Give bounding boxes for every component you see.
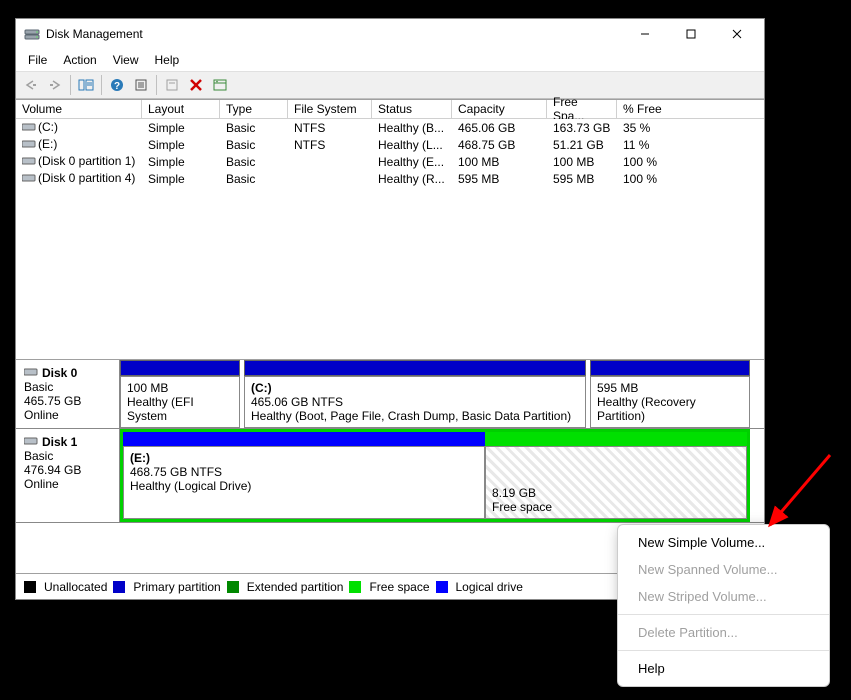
partition[interactable]: 595 MB Healthy (Recovery Partition) — [590, 376, 750, 428]
col-volume[interactable]: Volume — [16, 100, 142, 119]
disk-management-window: Disk Management File Action View Help ? … — [15, 18, 765, 600]
partition-free-space[interactable]: 8.19 GB Free space — [485, 446, 747, 519]
menu-help[interactable]: Help — [618, 655, 829, 682]
maximize-button[interactable] — [668, 19, 714, 49]
volume-icon — [22, 172, 36, 186]
disk-icon — [24, 435, 38, 449]
table-row[interactable]: (Disk 0 partition 1) Simple Basic Health… — [16, 153, 764, 170]
menu-new-striped-volume: New Striped Volume... — [618, 583, 829, 610]
menu-action[interactable]: Action — [55, 51, 104, 69]
volume-icon — [22, 138, 36, 152]
legend-extended: Extended partition — [247, 580, 344, 594]
help-button[interactable]: ? — [106, 74, 128, 96]
close-button[interactable] — [714, 19, 760, 49]
disk-label[interactable]: Disk 1 Basic 476.94 GB Online — [16, 429, 120, 522]
menu-new-spanned-volume: New Spanned Volume... — [618, 556, 829, 583]
partition[interactable]: 100 MB Healthy (EFI System — [120, 376, 240, 428]
volume-list: (C:) Simple Basic NTFS Healthy (B... 465… — [16, 119, 764, 359]
table-row[interactable]: (Disk 0 partition 4) Simple Basic Health… — [16, 170, 764, 187]
volume-list-header: Volume Layout Type File System Status Ca… — [16, 99, 764, 119]
disk-row: Disk 0 Basic 465.75 GB Online 100 MB — [16, 360, 764, 429]
toolbar: ? — [16, 71, 764, 99]
back-button[interactable] — [20, 74, 42, 96]
legend-logical: Logical drive — [456, 580, 523, 594]
app-icon — [24, 26, 40, 42]
disk-row: Disk 1 Basic 476.94 GB Online (E:) 468.7… — [16, 429, 764, 523]
col-filesystem[interactable]: File System — [288, 100, 372, 119]
window-title: Disk Management — [46, 27, 622, 41]
col-type[interactable]: Type — [220, 100, 288, 119]
volume-icon — [22, 155, 36, 169]
col-layout[interactable]: Layout — [142, 100, 220, 119]
disk-icon — [24, 366, 38, 380]
col-capacity[interactable]: Capacity — [452, 100, 547, 119]
settings-button[interactable] — [161, 74, 183, 96]
menu-file[interactable]: File — [20, 51, 55, 69]
titlebar: Disk Management — [16, 19, 764, 49]
legend-primary: Primary partition — [133, 580, 220, 594]
col-pctfree[interactable]: % Free — [617, 100, 764, 119]
menu-new-simple-volume[interactable]: New Simple Volume... — [618, 529, 829, 556]
forward-button[interactable] — [44, 74, 66, 96]
svg-text:?: ? — [114, 81, 120, 92]
col-freespace[interactable]: Free Spa... — [547, 100, 617, 119]
menu-view[interactable]: View — [105, 51, 147, 69]
graphical-view: Disk 0 Basic 465.75 GB Online 100 MB — [16, 359, 764, 523]
refresh-button[interactable] — [130, 74, 152, 96]
table-row[interactable]: (E:) Simple Basic NTFS Healthy (L... 468… — [16, 136, 764, 153]
menu-delete-partition: Delete Partition... — [618, 619, 829, 646]
context-menu: New Simple Volume... New Spanned Volume.… — [617, 524, 830, 687]
menu-help[interactable]: Help — [147, 51, 188, 69]
delete-button[interactable] — [185, 74, 207, 96]
minimize-button[interactable] — [622, 19, 668, 49]
col-status[interactable]: Status — [372, 100, 452, 119]
legend-free: Free space — [369, 580, 429, 594]
partition[interactable]: (C:) 465.06 GB NTFS Healthy (Boot, Page … — [244, 376, 586, 428]
menubar: File Action View Help — [16, 49, 764, 71]
volume-icon — [22, 121, 36, 135]
properties-button[interactable] — [209, 74, 231, 96]
table-row[interactable]: (C:) Simple Basic NTFS Healthy (B... 465… — [16, 119, 764, 136]
show-hide-button[interactable] — [75, 74, 97, 96]
legend-unallocated: Unallocated — [44, 580, 107, 594]
disk-label[interactable]: Disk 0 Basic 465.75 GB Online — [16, 360, 120, 428]
partition[interactable]: (E:) 468.75 GB NTFS Healthy (Logical Dri… — [123, 446, 485, 519]
